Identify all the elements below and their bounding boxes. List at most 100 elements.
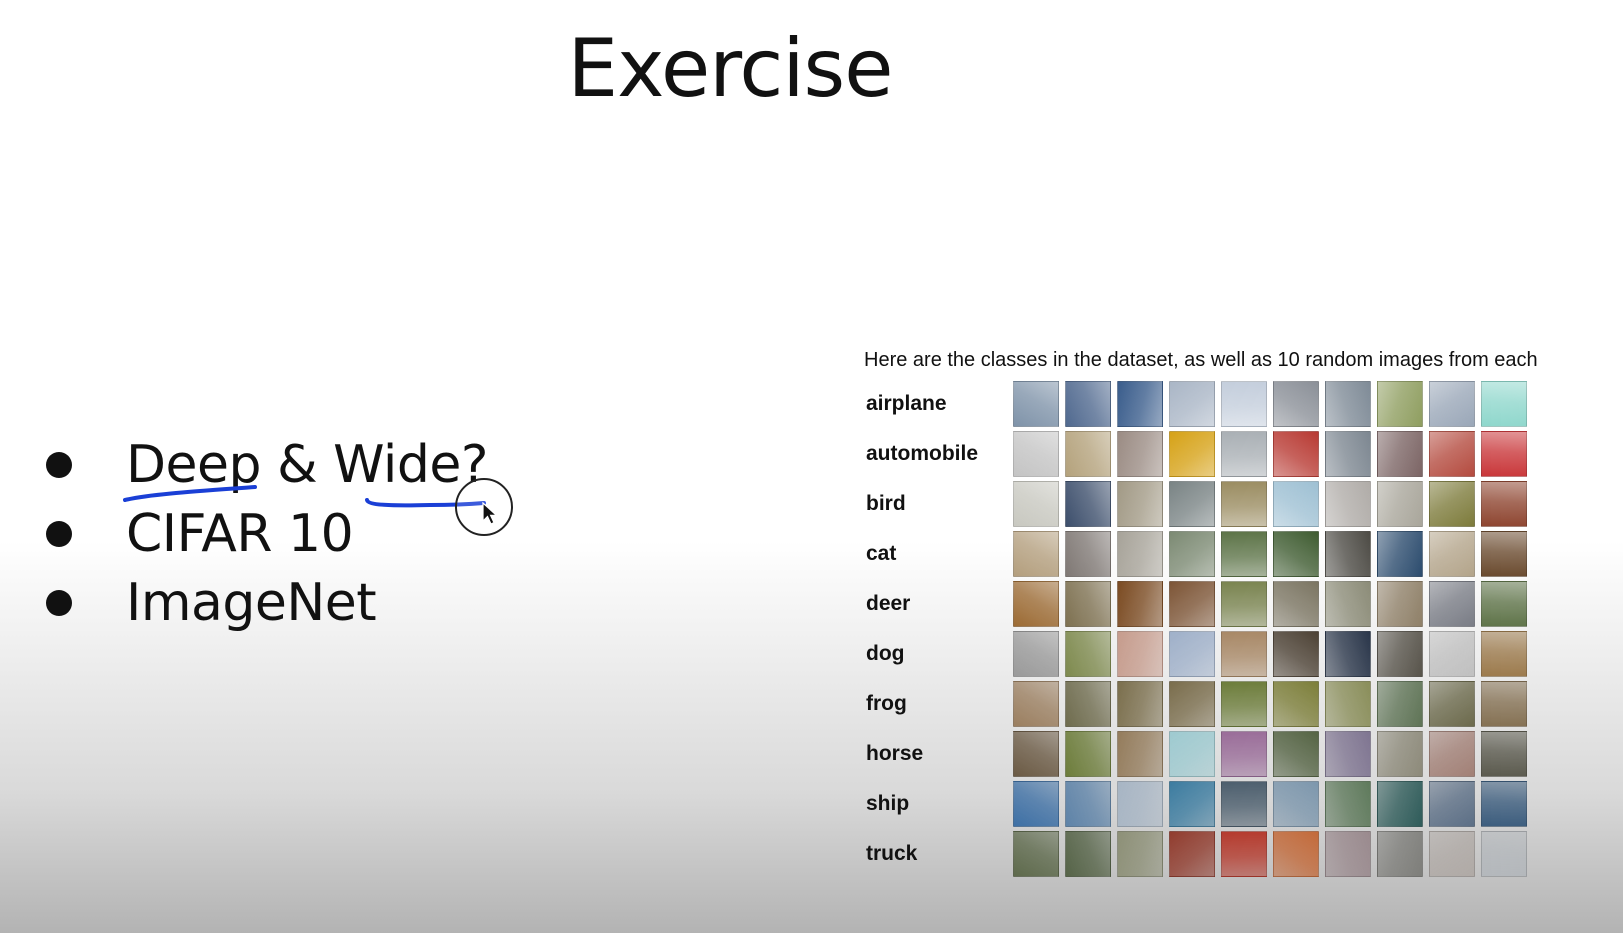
sample-image-thumbnail (1221, 681, 1267, 727)
sample-image-thumbnail (1273, 781, 1319, 827)
class-label: dog (866, 642, 905, 665)
sample-image-thumbnail (1377, 481, 1423, 527)
sample-image-thumbnail (1013, 731, 1059, 777)
sample-image-thumbnail (1013, 831, 1059, 877)
bullet-dot (46, 451, 72, 478)
sample-image-thumbnail (1117, 631, 1163, 677)
sample-image-thumbnail (1429, 381, 1475, 427)
sample-image-thumbnail (1429, 731, 1475, 777)
sample-image-thumbnail (1169, 681, 1215, 727)
sample-image-thumbnail (1273, 631, 1319, 677)
sample-image-thumbnail (1117, 681, 1163, 727)
sample-image-thumbnail (1013, 631, 1059, 677)
sample-image-thumbnail (1325, 781, 1371, 827)
class-row-ship: ship (866, 779, 1533, 829)
sample-image-thumbnail (1273, 681, 1319, 727)
sample-image-thumbnail (1169, 781, 1215, 827)
sample-image-thumbnail (1429, 681, 1475, 727)
sample-image-thumbnail (1273, 731, 1319, 777)
class-label: truck (866, 842, 918, 865)
sample-image-thumbnail (1065, 631, 1111, 677)
sample-image-thumbnail (1013, 381, 1059, 427)
sample-image-thumbnail (1065, 581, 1111, 627)
sample-image-thumbnail (1065, 781, 1111, 827)
sample-image-thumbnail (1169, 831, 1215, 877)
sample-image-thumbnail (1325, 381, 1371, 427)
class-label: deer (866, 592, 911, 615)
sample-image-thumbnail (1377, 531, 1423, 577)
bullet-dot (46, 589, 72, 616)
sample-image-thumbnail (1117, 581, 1163, 627)
sample-image-thumbnail (1273, 381, 1319, 427)
bullet-list: Deep & Wide? CIFAR 10 ImageNet (46, 430, 488, 637)
sample-image-thumbnail (1117, 831, 1163, 877)
sample-image-thumbnail (1169, 631, 1215, 677)
sample-image-thumbnail (1481, 531, 1527, 577)
sample-image-thumbnail (1221, 731, 1267, 777)
cifar-class-grid: airplane automobile bird cat deer dog frog hors… (866, 379, 1533, 879)
sample-image-thumbnail (1169, 731, 1215, 777)
sample-image-thumbnail (1325, 631, 1371, 677)
class-label: bird (866, 492, 906, 515)
bullet-text: ImageNet (126, 572, 377, 633)
sample-image-thumbnail (1481, 781, 1527, 827)
sample-image-thumbnail (1169, 581, 1215, 627)
sample-image-thumbnail (1117, 731, 1163, 777)
sample-image-thumbnail (1377, 431, 1423, 477)
sample-image-thumbnail (1065, 481, 1111, 527)
sample-image-thumbnail (1377, 831, 1423, 877)
bullet-item-cifar10: CIFAR 10 (46, 499, 488, 568)
class-row-airplane: airplane (866, 379, 1533, 429)
sample-image-thumbnail (1429, 831, 1475, 877)
class-row-bird: bird (866, 479, 1533, 529)
sample-image-thumbnail (1221, 381, 1267, 427)
sample-image-thumbnail (1065, 381, 1111, 427)
sample-image-thumbnail (1377, 581, 1423, 627)
sample-image-thumbnail (1377, 781, 1423, 827)
class-label: ship (866, 792, 910, 815)
sample-image-thumbnail (1169, 381, 1215, 427)
sample-image-thumbnail (1013, 531, 1059, 577)
bullet-dot (46, 520, 72, 547)
sample-image-thumbnail (1013, 581, 1059, 627)
sample-image-thumbnail (1377, 731, 1423, 777)
sample-image-thumbnail (1481, 431, 1527, 477)
sample-image-thumbnail (1273, 531, 1319, 577)
sample-image-thumbnail (1065, 531, 1111, 577)
sample-image-thumbnail (1221, 581, 1267, 627)
sample-image-thumbnail (1273, 581, 1319, 627)
class-row-dog: dog (866, 629, 1533, 679)
sample-image-thumbnail (1481, 481, 1527, 527)
class-label: frog (866, 692, 907, 715)
sample-image-thumbnail (1169, 481, 1215, 527)
sample-image-thumbnail (1065, 431, 1111, 477)
sample-image-thumbnail (1429, 781, 1475, 827)
sample-image-thumbnail (1169, 531, 1215, 577)
sample-image-thumbnail (1273, 481, 1319, 527)
sample-image-thumbnail (1221, 531, 1267, 577)
class-row-deer: deer (866, 579, 1533, 629)
sample-image-thumbnail (1481, 631, 1527, 677)
class-row-automobile: automobile (866, 429, 1533, 479)
sample-image-thumbnail (1325, 431, 1371, 477)
bullet-item-imagenet: ImageNet (46, 568, 488, 637)
sample-image-thumbnail (1013, 481, 1059, 527)
class-row-truck: truck (866, 829, 1533, 879)
sample-image-thumbnail (1325, 831, 1371, 877)
sample-image-thumbnail (1013, 681, 1059, 727)
bullet-text: CIFAR 10 (126, 503, 354, 564)
sample-image-thumbnail (1221, 831, 1267, 877)
sample-image-thumbnail (1117, 481, 1163, 527)
class-row-horse: horse (866, 729, 1533, 779)
sample-image-thumbnail (1065, 681, 1111, 727)
sample-image-thumbnail (1429, 581, 1475, 627)
class-label: automobile (866, 442, 979, 465)
class-label: cat (866, 542, 897, 565)
sample-image-thumbnail (1377, 631, 1423, 677)
bullet-item-deep-wide: Deep & Wide? (46, 430, 488, 499)
sample-image-thumbnail (1221, 781, 1267, 827)
sample-image-thumbnail (1117, 431, 1163, 477)
sample-image-thumbnail (1117, 531, 1163, 577)
sample-image-thumbnail (1429, 531, 1475, 577)
sample-image-thumbnail (1325, 731, 1371, 777)
